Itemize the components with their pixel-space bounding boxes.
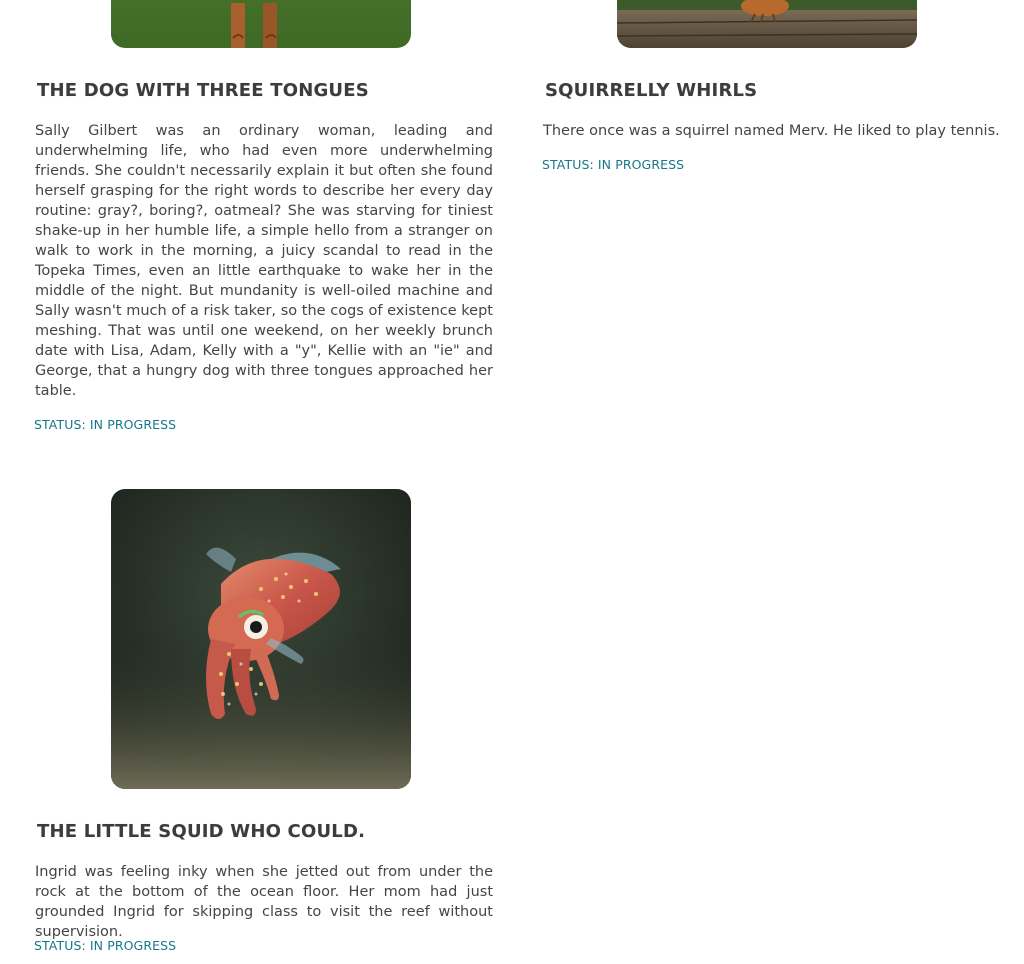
story-status-link[interactable]: STATUS: IN PROGRESS bbox=[34, 938, 176, 953]
story-summary: There once was a squirrel named Merv. He… bbox=[543, 123, 1000, 139]
story-card: SQUIRRELLY WHIRLS There once was a squir… bbox=[541, 0, 1001, 180]
story-image-dog[interactable] bbox=[111, 0, 411, 48]
story-summary: Ingrid was feeling inky when she jetted … bbox=[35, 864, 493, 940]
story-status-link[interactable]: STATUS: IN PROGRESS bbox=[542, 157, 684, 172]
squirrel-photo-icon bbox=[617, 0, 917, 48]
story-title[interactable]: THE LITTLE SQUID WHO COULD. bbox=[37, 821, 365, 842]
story-image-squid[interactable] bbox=[111, 489, 411, 789]
story-summary: Sally Gilbert was an ordinary woman, lea… bbox=[35, 123, 493, 399]
story-title[interactable]: THE DOG WITH THREE TONGUES bbox=[37, 80, 369, 101]
squid-photo-icon bbox=[111, 489, 411, 789]
dog-photo-icon bbox=[111, 0, 411, 48]
story-image-squirrel[interactable] bbox=[617, 0, 917, 48]
story-title[interactable]: SQUIRRELLY WHIRLS bbox=[545, 80, 757, 101]
story-card: THE DOG WITH THREE TONGUES Sally Gilbert… bbox=[33, 0, 493, 440]
story-status-link[interactable]: STATUS: IN PROGRESS bbox=[34, 417, 176, 432]
story-card: THE LITTLE SQUID WHO COULD. Ingrid was f… bbox=[33, 489, 493, 964]
